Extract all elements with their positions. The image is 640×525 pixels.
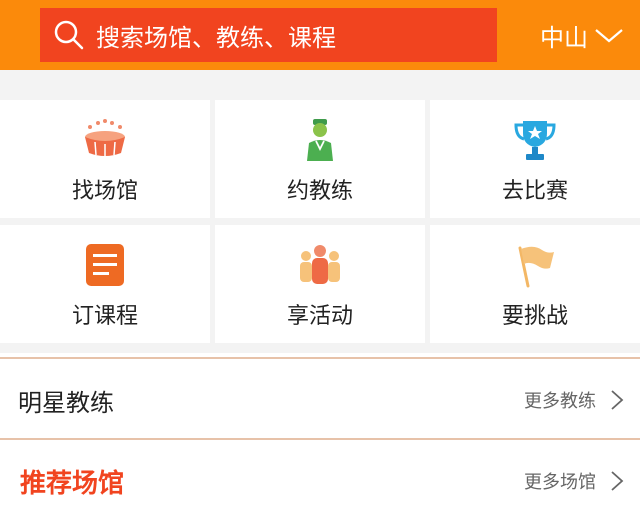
menu-item-label: 找场馆 bbox=[71, 179, 138, 204]
menu-item-label: 订课程 bbox=[71, 304, 138, 329]
menu-item-label: 要挑战 bbox=[501, 304, 568, 329]
city-selector[interactable]: 中山 bbox=[540, 16, 624, 54]
menu-item-venue[interactable]: 找场馆 bbox=[0, 100, 210, 218]
more-venues-link[interactable]: 更多场馆 bbox=[524, 468, 596, 494]
trophy-icon bbox=[514, 121, 556, 160]
menu-item-match[interactable]: 去比赛 bbox=[430, 100, 640, 218]
menu-item-challenge[interactable]: 要挑战 bbox=[430, 225, 640, 343]
group-people-icon bbox=[300, 245, 340, 284]
chevron-right-icon[interactable] bbox=[610, 389, 624, 411]
section-star-coaches: 明星教练 更多教练 bbox=[0, 359, 640, 441]
section-recommended-venues: 推荐场馆 更多场馆 bbox=[0, 440, 640, 522]
menu-item-label: 约教练 bbox=[286, 179, 353, 204]
stadium-icon bbox=[85, 119, 125, 157]
city-label[interactable]: 中山 bbox=[540, 18, 588, 53]
menu-item-activity[interactable]: 享活动 bbox=[215, 225, 425, 343]
section-spacer bbox=[0, 70, 640, 100]
search-icon bbox=[54, 20, 84, 50]
top-bar: 搜索场馆、教练、课程 中山 bbox=[0, 0, 640, 70]
course-list-icon bbox=[86, 244, 124, 286]
chevron-down-icon bbox=[595, 29, 623, 43]
menu-item-course[interactable]: 订课程 bbox=[0, 225, 210, 343]
search-placeholder[interactable]: 搜索场馆、教练、课程 bbox=[96, 18, 336, 53]
menu-item-coach[interactable]: 约教练 bbox=[215, 100, 425, 218]
more-coaches-link[interactable]: 更多教练 bbox=[524, 387, 596, 413]
menu-item-label: 享活动 bbox=[286, 304, 353, 329]
chevron-right-icon[interactable] bbox=[610, 470, 624, 492]
section-title: 明星教练 bbox=[18, 388, 114, 417]
section-title: 推荐场馆 bbox=[20, 468, 125, 499]
coach-icon bbox=[307, 119, 333, 161]
search-bar[interactable]: 搜索场馆、教练、课程 bbox=[40, 8, 497, 62]
flag-icon bbox=[518, 246, 554, 288]
menu-item-label: 去比赛 bbox=[501, 179, 568, 204]
quick-menu-grid: 找场馆 约教练 去比赛 订课程 享活动 要挑战 bbox=[0, 100, 640, 353]
